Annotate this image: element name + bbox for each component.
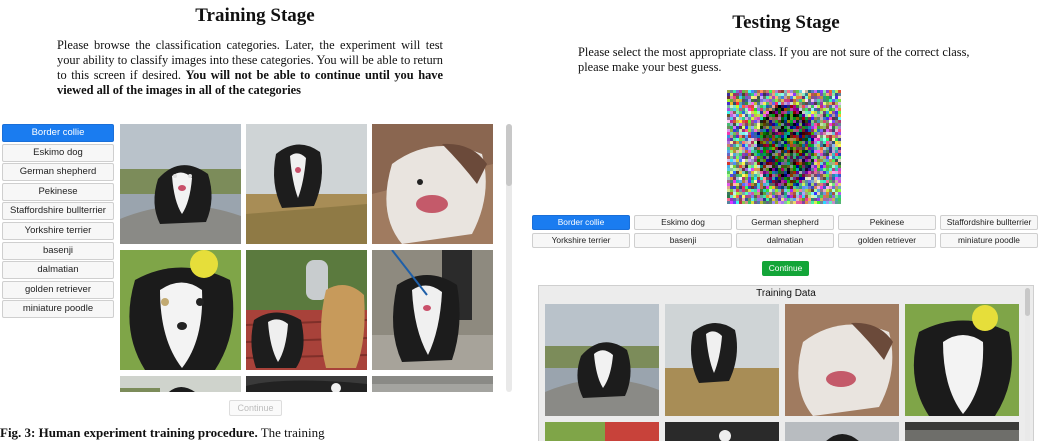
grid-scrollbar[interactable]	[506, 124, 512, 392]
dog-photo	[372, 376, 493, 392]
class-button-staffordshire-bullterrier[interactable]: Staffordshire bullterrier	[940, 215, 1038, 230]
class-button-eskimo-dog[interactable]: Eskimo dog	[634, 215, 732, 230]
dog-photo	[545, 304, 659, 416]
training-data-panel: Training Data	[538, 285, 1034, 441]
dog-photo	[120, 250, 241, 370]
dog-photo	[785, 304, 899, 416]
class-button-basenji[interactable]: basenji	[634, 233, 732, 248]
class-button-border-collie[interactable]: Border collie	[532, 215, 630, 230]
dog-photo	[372, 124, 493, 244]
category-button-german-shepherd[interactable]: German shepherd	[2, 163, 114, 182]
class-button-golden-retriever[interactable]: golden retriever	[838, 233, 936, 248]
dog-photo	[372, 250, 493, 370]
training-data-label: Training Data	[756, 288, 816, 299]
dog-photo	[246, 250, 367, 370]
category-button-basenji[interactable]: basenji	[2, 241, 114, 260]
training-instructions: Please browse the classification categor…	[57, 38, 443, 98]
testing-instructions: Please select the most appropriate class…	[578, 45, 970, 74]
grid-scrollbar-thumb[interactable]	[506, 124, 512, 186]
figure-caption: Fig. 3: Human experiment training proced…	[0, 425, 510, 441]
category-button-golden-retriever[interactable]: golden retriever	[2, 280, 114, 299]
training-data-scrollbar[interactable]	[1025, 288, 1030, 441]
testing-stage-title: Testing Stage	[732, 12, 840, 33]
category-button-border-collie[interactable]: Border collie	[2, 124, 114, 142]
dog-photo	[785, 422, 899, 441]
dog-photo	[246, 124, 367, 244]
category-button-staffordshire-bullterrier[interactable]: Staffordshire bullterrier	[2, 202, 114, 221]
figure-caption-text: The training	[257, 425, 325, 440]
testing-continue-button[interactable]: Continue	[762, 261, 809, 276]
dog-photo	[545, 422, 659, 441]
class-button-pekinese[interactable]: Pekinese	[838, 215, 936, 230]
dog-photo	[665, 422, 779, 441]
training-data-scrollbar-thumb[interactable]	[1025, 288, 1030, 316]
class-button-miniature-poodle[interactable]: miniature poodle	[940, 233, 1038, 248]
training-image-grid[interactable]	[118, 124, 514, 392]
category-button-yorkshire-terrier[interactable]: Yorkshire terrier	[2, 221, 114, 240]
class-button-german-shepherd[interactable]: German shepherd	[736, 215, 834, 230]
category-button-miniature-poodle[interactable]: miniature poodle	[2, 300, 114, 319]
figure-caption-bold: Fig. 3: Human experiment training proced…	[0, 425, 258, 440]
dog-photo	[120, 376, 241, 392]
dog-photo	[120, 124, 241, 244]
dog-photo	[665, 304, 779, 416]
noisy-test-image	[727, 90, 841, 204]
class-button-dalmatian[interactable]: dalmatian	[736, 233, 834, 248]
category-list: Border collie Eskimo dog German shepherd…	[2, 124, 114, 320]
training-continue-button[interactable]: Continue	[229, 400, 282, 416]
category-button-pekinese[interactable]: Pekinese	[2, 182, 114, 201]
training-stage-title: Training Stage	[195, 5, 315, 26]
category-button-dalmatian[interactable]: dalmatian	[2, 261, 114, 280]
class-button-yorkshire-terrier[interactable]: Yorkshire terrier	[532, 233, 630, 248]
dog-photo	[905, 304, 1019, 416]
category-button-eskimo-dog[interactable]: Eskimo dog	[2, 143, 114, 162]
dog-photo	[246, 376, 367, 392]
dog-photo	[905, 422, 1019, 441]
